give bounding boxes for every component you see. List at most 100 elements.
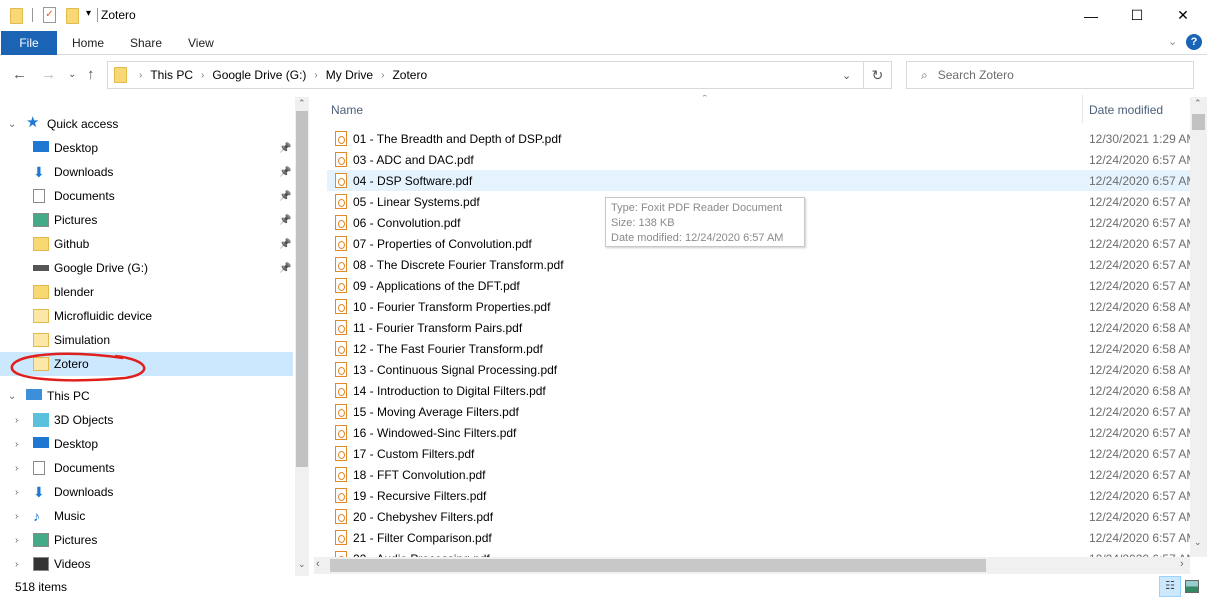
refresh-icon[interactable]: ↻ (864, 61, 892, 89)
file-row[interactable]: 03 - ADC and DAC.pdf 12/24/2020 6:57 AM (327, 149, 1194, 170)
recent-locations-icon[interactable]: ⌄ (68, 69, 76, 80)
properties-icon[interactable]: ✓ (43, 7, 56, 23)
column-divider[interactable] (1082, 95, 1083, 123)
list-scrollbar-thumb[interactable] (1192, 114, 1205, 130)
file-row[interactable]: 16 - Windowed-Sinc Filters.pdf 12/24/2020… (327, 422, 1194, 443)
chevron-down-icon[interactable]: ⌄ (8, 391, 16, 402)
pin-icon[interactable]: 📌 (279, 167, 291, 178)
pin-icon[interactable]: 📌 (279, 191, 291, 202)
file-row[interactable]: 11 - Fourier Transform Pairs.pdf 12/24/20… (327, 317, 1194, 338)
nav-item-pictures[interactable]: Pictures 📌 (0, 208, 293, 232)
customize-toolbar-icon[interactable]: ▾ (86, 8, 91, 19)
nav-item-desktop[interactable]: Desktop 📌 (0, 136, 293, 160)
nav-item-simulation[interactable]: Simulation (0, 328, 293, 352)
column-name[interactable]: Name (331, 103, 363, 117)
nav-pc-pictures[interactable]: › Pictures (0, 528, 293, 552)
details-view-button[interactable]: ☷ (1159, 576, 1181, 597)
file-row[interactable]: 12 - The Fast Fourier Transform.pdf 12/24… (327, 338, 1194, 359)
file-row[interactable]: 14 - Introduction to Digital Filters.pdf… (327, 380, 1194, 401)
back-icon[interactable]: ← (12, 66, 27, 83)
file-name: 21 - Filter Comparison.pdf (353, 530, 492, 545)
nav-item-microfluidic-device[interactable]: Microfluidic device (0, 304, 293, 328)
pin-icon[interactable]: 📌 (279, 143, 291, 154)
nav-pc-documents[interactable]: › Documents (0, 456, 293, 480)
close-button[interactable]: ✕ (1160, 0, 1206, 31)
chevron-right-icon[interactable]: › (15, 439, 18, 450)
chevron-right-icon[interactable]: › (15, 511, 18, 522)
column-date-modified[interactable]: Date modified (1089, 103, 1163, 117)
nav-pc-music[interactable]: › ♪ Music (0, 504, 293, 528)
new-folder-icon[interactable] (66, 8, 79, 24)
chevron-right-icon[interactable]: › (15, 535, 18, 546)
large-icons-view-button[interactable] (1185, 580, 1199, 593)
desktop-icon (33, 141, 49, 152)
tab-home[interactable]: Home (56, 31, 120, 55)
scroll-up-icon[interactable]: ⌃ (298, 98, 306, 109)
horizontal-scrollbar[interactable]: ‹ › (314, 557, 1190, 574)
address-dropdown-icon[interactable]: ⌄ (842, 69, 851, 82)
breadcrumb-google-drive[interactable]: Google Drive (G:) (212, 68, 306, 82)
file-row[interactable]: 18 - FFT Convolution.pdf 12/24/2020 6:57 … (327, 464, 1194, 485)
nav-item-downloads[interactable]: ⬇ Downloads 📌 (0, 160, 293, 184)
pdf-file-icon (335, 509, 347, 524)
horizontal-scrollbar-thumb[interactable] (330, 559, 986, 572)
nav-pc-videos[interactable]: › Videos (0, 552, 293, 576)
nav-quick-access[interactable]: ⌄ ★ Quick access (0, 112, 293, 136)
chevron-right-icon[interactable]: › (15, 559, 18, 570)
chevron-down-icon[interactable]: ⌄ (8, 119, 16, 130)
documents-icon (33, 461, 45, 475)
file-row[interactable]: 15 - Moving Average Filters.pdf 12/24/202… (327, 401, 1194, 422)
file-row[interactable]: 13 - Continuous Signal Processing.pdf 12/… (327, 359, 1194, 380)
forward-icon[interactable]: → (41, 66, 56, 83)
chevron-right-icon[interactable]: › (15, 487, 18, 498)
nav-item-blender[interactable]: blender (0, 280, 293, 304)
nav-scrollbar[interactable]: ⌃ ⌄ (295, 97, 309, 576)
breadcrumb-zotero[interactable]: Zotero (392, 68, 427, 82)
pin-icon[interactable]: 📌 (279, 215, 291, 226)
file-row[interactable]: 08 - The Discrete Fourier Transform.pdf 1… (327, 254, 1194, 275)
nav-item-google-drive-g-[interactable]: Google Drive (G:) 📌 (0, 256, 293, 280)
pin-icon[interactable]: 📌 (279, 239, 291, 250)
nav-item-github[interactable]: Github 📌 (0, 232, 293, 256)
list-scrollbar[interactable]: ⌃ ⌄ (1190, 97, 1207, 557)
search-input[interactable]: ⌕ Search Zotero (906, 61, 1194, 89)
chevron-right-icon[interactable]: › (15, 463, 18, 474)
file-row[interactable]: 10 - Fourier Transform Properties.pdf 12/… (327, 296, 1194, 317)
nav-this-pc[interactable]: ⌄ This PC (0, 384, 293, 408)
address-bar[interactable]: › This PC › Google Drive (G:) › My Drive… (107, 61, 864, 89)
nav-label: Microfluidic device (54, 309, 153, 323)
file-row[interactable]: 22 - Audio Processing.pdf12/24/2020 6:57… (327, 548, 1194, 557)
file-row[interactable]: 04 - DSP Software.pdf 12/24/2020 6:57 AM (327, 170, 1194, 191)
scroll-up-icon[interactable]: ⌃ (1194, 98, 1202, 109)
nav-pc-downloads[interactable]: › ⬇ Downloads (0, 480, 293, 504)
maximize-button[interactable]: ☐ (1114, 0, 1160, 31)
file-row[interactable]: 21 - Filter Comparison.pdf 12/24/2020 6:5… (327, 527, 1194, 548)
up-icon[interactable]: ↑ (87, 66, 95, 83)
scroll-down-icon[interactable]: ⌄ (1194, 537, 1202, 548)
chevron-right-icon[interactable]: › (15, 415, 18, 426)
tab-file[interactable]: File (1, 31, 57, 55)
nav-pc-3d-objects[interactable]: › 3D Objects (0, 408, 293, 432)
nav-item-documents[interactable]: Documents 📌 (0, 184, 293, 208)
nav-pc-desktop[interactable]: › Desktop (0, 432, 293, 456)
nav-scrollbar-thumb[interactable] (296, 111, 308, 467)
file-row[interactable]: 09 - Applications of the DFT.pdf 12/24/20… (327, 275, 1194, 296)
minimize-button[interactable]: — (1068, 0, 1114, 31)
breadcrumb-my-drive[interactable]: My Drive (326, 68, 373, 82)
breadcrumb-this-pc[interactable]: This PC (150, 68, 193, 82)
file-row[interactable]: 01 - The Breadth and Depth of DSP.pdf 12/… (327, 128, 1194, 149)
expand-ribbon-icon[interactable]: ⌄ (1168, 35, 1177, 48)
tab-share[interactable]: Share (114, 31, 178, 55)
pdf-file-icon (335, 131, 347, 146)
file-row[interactable]: 17 - Custom Filters.pdf 12/24/2020 6:57 A… (327, 443, 1194, 464)
file-row[interactable]: 20 - Chebyshev Filters.pdf 12/24/2020 6:5… (327, 506, 1194, 527)
scroll-left-icon[interactable]: ‹ (316, 558, 320, 570)
file-row[interactable]: 19 - Recursive Filters.pdf 12/24/2020 6:5… (327, 485, 1194, 506)
drive-icon (33, 265, 49, 271)
pin-icon[interactable]: 📌 (279, 263, 291, 274)
file-date-modified: 12/24/2020 6:58 AM (1089, 341, 1194, 356)
help-icon[interactable]: ? (1186, 34, 1202, 50)
scroll-down-icon[interactable]: ⌄ (298, 559, 306, 570)
scroll-right-icon[interactable]: › (1180, 558, 1184, 570)
tab-view[interactable]: View (172, 31, 230, 55)
